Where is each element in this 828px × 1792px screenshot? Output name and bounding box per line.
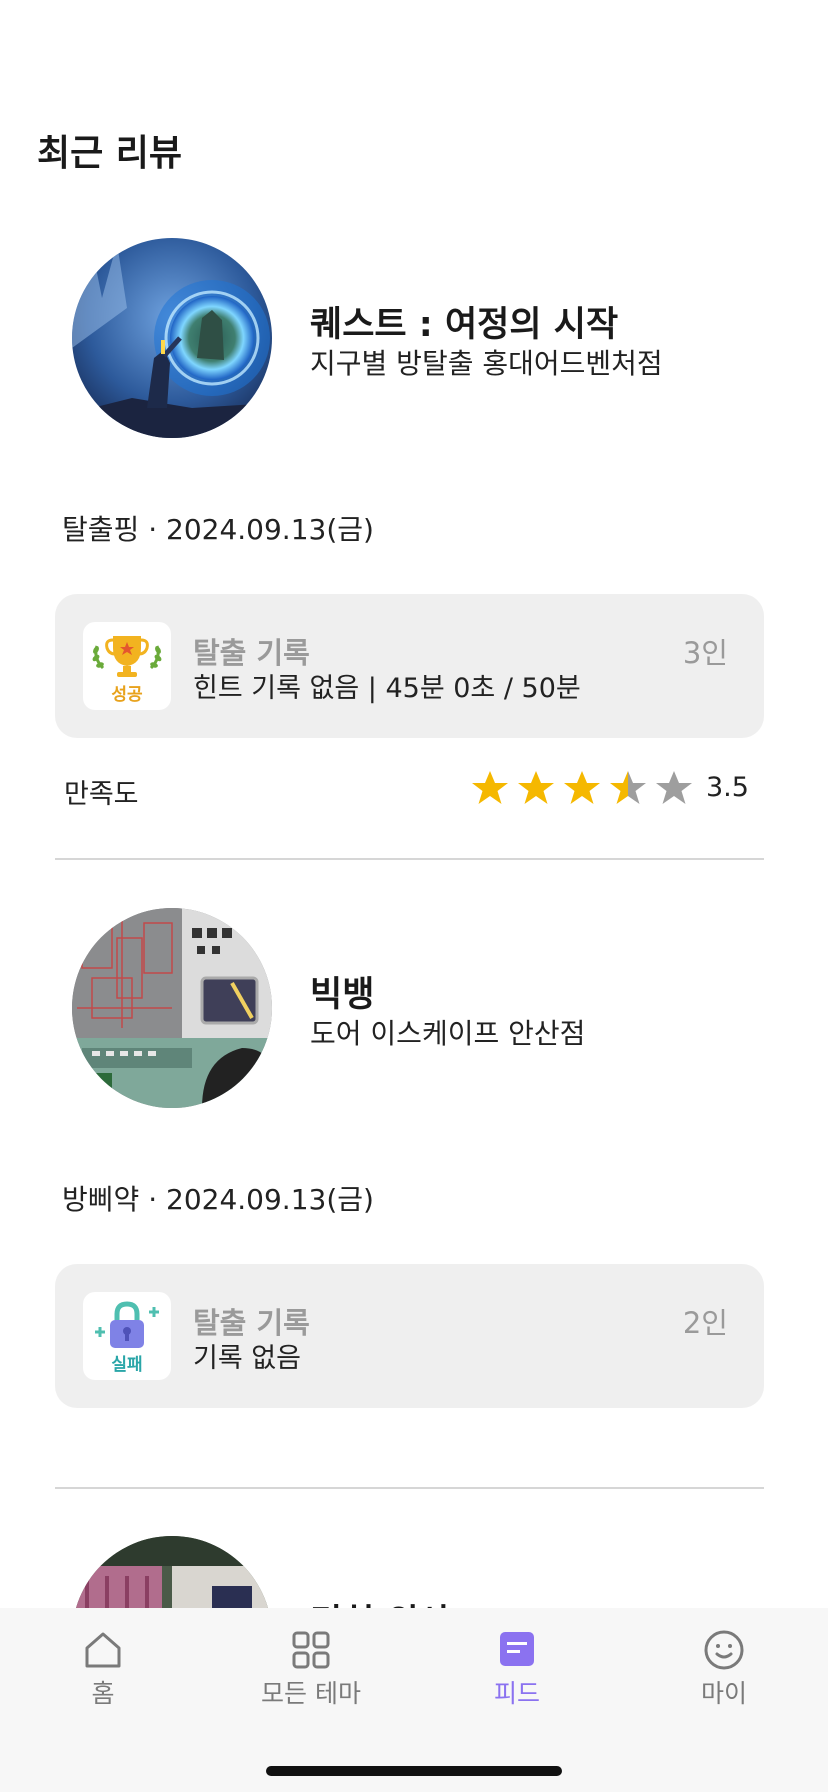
lock-icon xyxy=(95,1301,159,1348)
escape-record-card: 성공 탈출 기록 힌트 기록 없음 | 45분 0초 / 50분 3인 xyxy=(55,594,764,738)
tab-feed[interactable]: 피드 xyxy=(457,1628,577,1710)
tab-label: 홈 xyxy=(91,1679,115,1708)
fail-badge: 실패 xyxy=(83,1292,171,1380)
store-name: 도어 이스케이프 안산점 xyxy=(310,1017,586,1050)
star-empty-icon xyxy=(656,771,692,804)
record-result: 실패 xyxy=(111,1355,143,1375)
tab-all-themes[interactable]: 모든 테마 xyxy=(251,1628,371,1710)
tab-my[interactable]: 마이 xyxy=(664,1628,784,1710)
satisfaction-row: 만족도 3.5 xyxy=(0,768,828,812)
store-name: 지구별 방탈출 홍대어드벤처점 xyxy=(310,347,663,380)
star-filled-icon xyxy=(564,771,600,804)
theme-thumbnail[interactable] xyxy=(72,908,272,1108)
rating-value: 3.5 xyxy=(706,772,749,803)
reviewer-nickname[interactable]: 탈출핑 xyxy=(62,513,139,546)
star-rating xyxy=(470,768,694,808)
review-date: 2024.09.13(금) xyxy=(166,1183,374,1216)
star-filled-icon xyxy=(518,771,554,804)
smile-icon xyxy=(704,1630,744,1670)
theme-name[interactable]: 빅뱅 xyxy=(310,966,374,1017)
tab-label: 마이 xyxy=(700,1679,747,1708)
star-filled-icon xyxy=(472,771,508,804)
page-title: 최근 리뷰 xyxy=(37,133,183,174)
tab-label: 피드 xyxy=(493,1679,540,1708)
record-result: 성공 xyxy=(111,685,143,705)
tab-label: 모든 테마 xyxy=(261,1679,361,1708)
meta-separator: · xyxy=(148,513,166,546)
party-size: 2인 xyxy=(682,1306,728,1340)
divider xyxy=(55,858,764,860)
record-detail: 힌트 기록 없음 | 45분 0초 / 50분 xyxy=(193,673,581,704)
review-meta: 방삐약 · 2024.09.13(금) xyxy=(62,1178,374,1218)
divider xyxy=(55,1487,764,1489)
home-indicator[interactable] xyxy=(266,1766,562,1776)
star-half-icon xyxy=(610,771,646,804)
satisfaction-label: 만족도 xyxy=(64,779,139,810)
bottom-tab-bar: 홈 모든 테마 피드 마이 xyxy=(0,1608,828,1792)
trophy-icon xyxy=(92,636,162,677)
review-date: 2024.09.13(금) xyxy=(166,513,374,546)
review-meta: 탈출핑 · 2024.09.13(금) xyxy=(62,508,374,548)
theme-thumbnail[interactable] xyxy=(72,238,272,438)
success-badge: 성공 xyxy=(83,622,171,710)
record-detail: 기록 없음 xyxy=(193,1343,301,1374)
party-size: 3인 xyxy=(682,636,728,670)
feed-icon xyxy=(500,1632,534,1666)
home-icon xyxy=(85,1632,121,1668)
theme-name[interactable]: 퀘스트 : 여정의 시작 xyxy=(310,296,618,347)
reviewer-nickname[interactable]: 방삐약 xyxy=(62,1183,139,1216)
tab-home[interactable]: 홈 xyxy=(43,1628,163,1710)
escape-record-card: 실패 탈출 기록 기록 없음 2인 xyxy=(55,1264,764,1408)
meta-separator: · xyxy=(148,1183,166,1216)
grid-icon xyxy=(292,1631,330,1669)
